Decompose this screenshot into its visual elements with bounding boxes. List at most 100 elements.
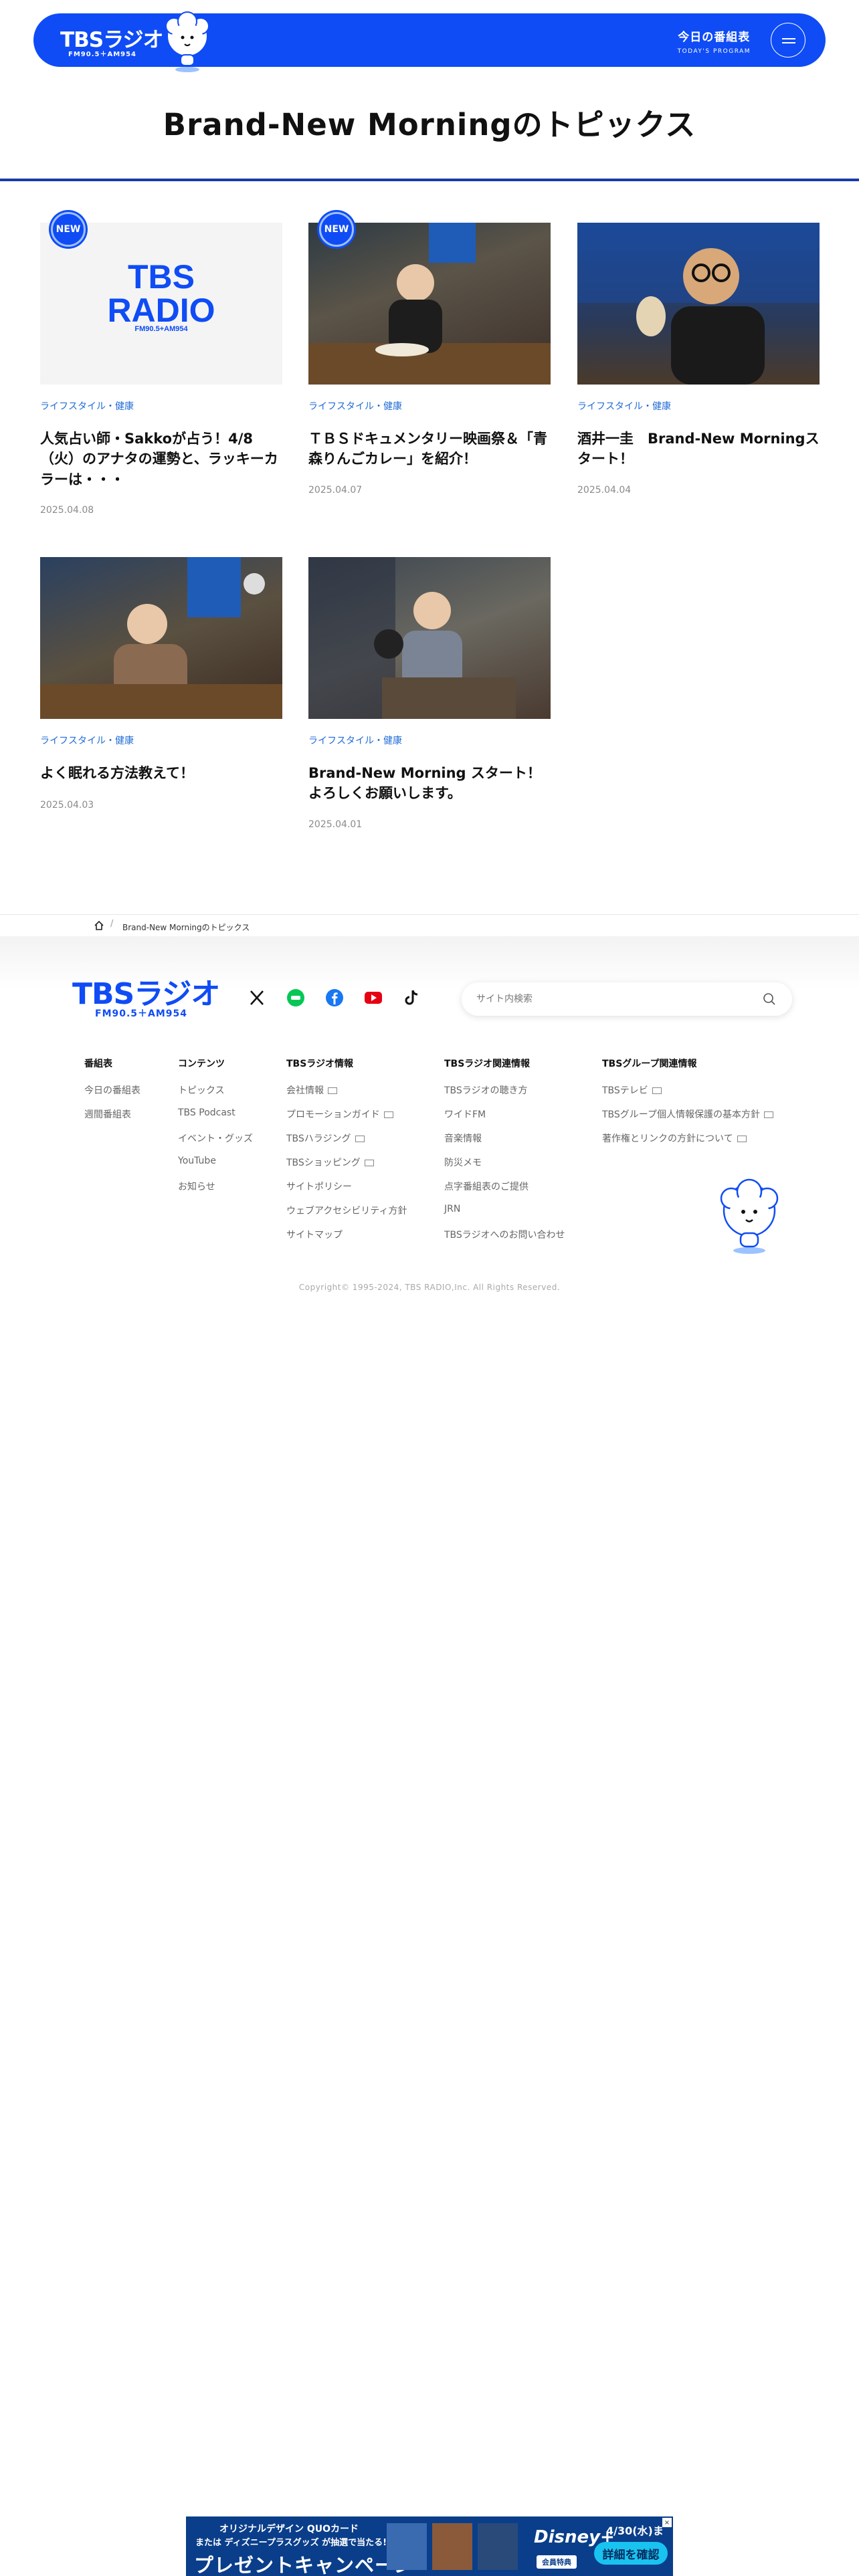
- external-link-icon: [763, 1111, 773, 1118]
- external-link-icon: [737, 1135, 747, 1142]
- site-search: [462, 982, 792, 1016]
- footer-link[interactable]: TBS Podcast: [178, 1107, 235, 1118]
- mascot-icon: [720, 1178, 779, 1254]
- article-title[interactable]: Brand-New Morning スタート！よろしくお願いします。: [308, 763, 551, 804]
- x-icon[interactable]: [248, 988, 266, 1007]
- footer-link[interactable]: 音楽情報: [444, 1132, 482, 1145]
- footer-heading-contents: コンテンツ: [178, 1059, 225, 1069]
- footer-link-row[interactable]: TBSハラジング: [286, 1132, 365, 1145]
- footer-link-row[interactable]: TBSグループ個人情報保護の基本方針: [602, 1107, 773, 1121]
- home-icon[interactable]: [94, 920, 104, 931]
- article-card[interactable]: ライフスタイル・健康 酒井一圭 Brand-New Morningスタート！ 2…: [577, 223, 820, 504]
- external-link-icon: [364, 1159, 374, 1166]
- footer-link[interactable]: ワイドFM: [444, 1107, 486, 1121]
- ad-cta-button[interactable]: 詳細を確認: [594, 2542, 668, 2565]
- youtube-icon[interactable]: [364, 988, 383, 1007]
- breadcrumb-separator: /: [110, 919, 114, 929]
- search-input[interactable]: [476, 992, 744, 1006]
- thumb-logo-subtext: FM90.5+AM954: [134, 325, 188, 333]
- article-card[interactable]: ライフスタイル・健康 よく眠れる方法教えて！ 2025.04.03: [40, 557, 282, 818]
- article-thumbnail[interactable]: [577, 223, 820, 385]
- footer-link[interactable]: 防災メモ: [444, 1156, 482, 1169]
- article-title[interactable]: ＴＢＳドキュメンタリー映画祭＆「青森りんごカレー」を紹介！: [308, 429, 551, 469]
- footer-link[interactable]: お知らせ: [178, 1180, 215, 1193]
- article-title[interactable]: 酒井一圭 Brand-New Morningスタート！: [577, 429, 820, 469]
- article-thumbnail[interactable]: [40, 557, 282, 719]
- article-card[interactable]: TBS RADIO FM90.5+AM954 NEW ライフスタイル・健康 人気占…: [40, 212, 282, 524]
- facebook-icon[interactable]: [325, 988, 344, 1007]
- footer-link[interactable]: イベント・グッズ: [178, 1132, 253, 1145]
- footer-link[interactable]: TBSハラジング: [286, 1134, 351, 1144]
- footer-link[interactable]: プロモーションガイド: [286, 1109, 380, 1120]
- external-link-icon: [383, 1111, 393, 1118]
- footer-link[interactable]: トピックス: [178, 1083, 225, 1097]
- menu-line-icon: [782, 38, 795, 39]
- footer-link-row[interactable]: 著作権とリンクの方針について: [602, 1132, 747, 1145]
- ad-headline: プレゼントキャンペーン: [194, 2554, 414, 2576]
- external-link-icon: [328, 1087, 337, 1094]
- article-thumbnail[interactable]: [308, 557, 551, 719]
- footer-heading-tbs-group: TBSグループ関連情報: [602, 1059, 697, 1069]
- line-icon[interactable]: [286, 988, 305, 1007]
- footer-link[interactable]: TBSショッピング: [286, 1158, 361, 1168]
- footer-link[interactable]: 著作権とリンクの方針について: [602, 1134, 733, 1144]
- footer-link[interactable]: サイトマップ: [286, 1228, 343, 1241]
- studio-photo-icon: [308, 557, 516, 719]
- article-category[interactable]: ライフスタイル・健康: [577, 399, 671, 413]
- footer-heading-tbs-related: TBSラジオ関連情報: [444, 1059, 531, 1069]
- article-title[interactable]: よく眠れる方法教えて！: [40, 763, 282, 783]
- article-title[interactable]: 人気占い師・Sakkoが占う！4/8（火）のアナタの運勢と、ラッキーカラーは・・…: [40, 429, 282, 490]
- article-category[interactable]: ライフスタイル・健康: [40, 734, 134, 747]
- footer-link[interactable]: 点字番組表のご提供: [444, 1180, 529, 1193]
- mascot-icon: [165, 11, 209, 72]
- menu-button[interactable]: [771, 23, 805, 58]
- studio-photo-icon: [308, 223, 551, 385]
- footer-link[interactable]: ウェブアクセシビリティ方針: [286, 1204, 407, 1217]
- new-badge: NEW: [319, 212, 354, 247]
- article-card[interactable]: ライフスタイル・健康 Brand-New Morning スタート！よろしくお願…: [308, 557, 551, 838]
- new-badge: NEW: [51, 212, 86, 247]
- footer-link-row[interactable]: TBSテレビ: [602, 1083, 662, 1097]
- footer-link[interactable]: TBSグループ個人情報保護の基本方針: [602, 1109, 760, 1120]
- footer-link[interactable]: サイトポリシー: [286, 1180, 352, 1193]
- studio-photo-icon: [40, 557, 282, 719]
- article-date: 2025.04.07: [308, 485, 363, 496]
- footer-link[interactable]: TBSテレビ: [602, 1085, 648, 1096]
- article-category[interactable]: ライフスタイル・健康: [308, 734, 402, 747]
- footer-link-row[interactable]: TBSショッピング: [286, 1156, 374, 1169]
- copyright: Copyright© 1995-2024, TBS RADIO,Inc. All…: [298, 1283, 561, 1292]
- footer-link[interactable]: 週間番組表: [84, 1107, 131, 1121]
- ad-line2: または ディズニープラスグッズ が抽選で当たる!: [195, 2538, 387, 2548]
- article-date: 2025.04.08: [40, 505, 94, 516]
- ad-banner[interactable]: オリジナルデザイン QUOカード または ディズニープラスグッズ が抽選で当たる…: [186, 2516, 673, 2576]
- studio-photo-icon: [577, 223, 820, 385]
- footer-link[interactable]: 今日の番組表: [84, 1083, 140, 1097]
- ad-member-badge: 会員特典: [537, 2555, 577, 2569]
- tiktok-icon[interactable]: [403, 988, 421, 1007]
- article-date: 2025.04.01: [308, 819, 363, 830]
- today-program-label: 今日の番組表: [678, 31, 751, 44]
- article-date: 2025.04.04: [577, 485, 632, 496]
- article-thumbnail[interactable]: [308, 223, 551, 385]
- ad-close-icon[interactable]: ×: [662, 2518, 672, 2527]
- external-link-icon: [652, 1087, 662, 1094]
- footer-link[interactable]: YouTube: [178, 1156, 216, 1166]
- article-card[interactable]: NEW ライフスタイル・健康 ＴＢＳドキュメンタリー映画祭＆「青森りんごカレー」…: [308, 212, 551, 504]
- article-category[interactable]: ライフスタイル・健康: [308, 399, 402, 413]
- article-category[interactable]: ライフスタイル・健康: [40, 399, 134, 413]
- article-thumbnail[interactable]: TBS RADIO FM90.5+AM954: [40, 223, 282, 385]
- breadcrumb-current: Brand-New Morningのトピックス: [122, 923, 250, 932]
- today-program-sublabel: TODAY'S PROGRAM: [677, 48, 751, 55]
- search-icon[interactable]: [763, 992, 776, 1006]
- footer-link[interactable]: JRN: [444, 1204, 460, 1214]
- today-program-link[interactable]: 今日の番組表 TODAY'S PROGRAM: [678, 27, 751, 55]
- footer-link[interactable]: TBSラジオの聴き方: [444, 1083, 528, 1097]
- footer-link[interactable]: 会社情報: [286, 1085, 324, 1096]
- footer-link-row[interactable]: プロモーションガイド: [286, 1107, 393, 1121]
- footer-logo-frequency: FM90.5＋AM954: [95, 1008, 188, 1019]
- thumb-logo-text: TBS RADIO: [107, 258, 215, 329]
- title-divider: [0, 179, 859, 181]
- footer-heading-schedule: 番組表: [84, 1059, 112, 1069]
- footer-link[interactable]: TBSラジオへのお問い合わせ: [444, 1228, 565, 1241]
- footer-link-row[interactable]: 会社情報: [286, 1083, 337, 1097]
